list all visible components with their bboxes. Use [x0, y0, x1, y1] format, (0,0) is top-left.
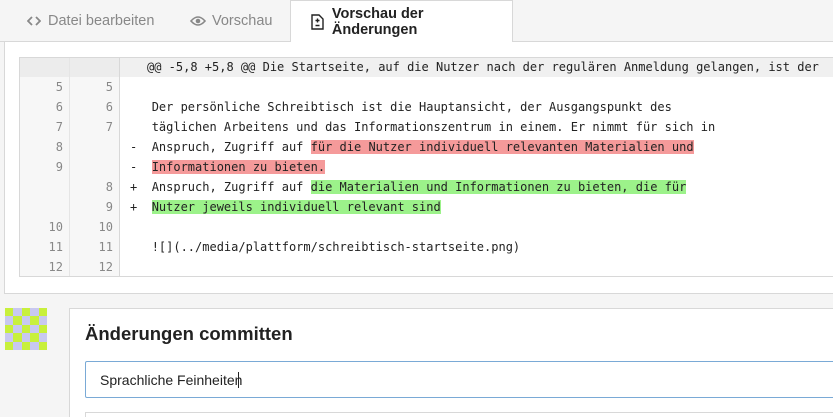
new-line-number: 5 [70, 77, 120, 97]
new-line-number: 10 [70, 217, 120, 237]
eye-icon [190, 13, 206, 29]
old-line-number: 12 [20, 257, 70, 276]
diff-code: + Nutzer jeweils individuell relevant si… [130, 197, 441, 217]
avatar [5, 308, 47, 350]
diff-line: 66 Der persönliche Schreibtisch ist die … [20, 97, 833, 117]
tab-edit-file[interactable]: Datei bearbeiten [26, 0, 154, 42]
commit-title: Änderungen committen [85, 323, 293, 344]
diff-text: Anspruch, Zugriff auf [151, 180, 311, 194]
new-line-number: 8 [70, 177, 120, 197]
diff-hunk-header: @@ -5,8 +5,8 @@ Die Startseite, auf die … [20, 58, 833, 77]
diff-code [130, 77, 152, 97]
diff-line: 11 11 ![](../media/plattform/schreibtisch… [20, 237, 833, 257]
file-diff-icon [310, 13, 326, 30]
diff-code: - Informationen zu bieten. [130, 157, 326, 177]
diff-text: Der persönliche Schreibtisch ist die Hau… [151, 100, 672, 114]
diff-code: Der persönliche Schreibtisch ist die Hau… [130, 97, 672, 117]
old-line-number: 10 [20, 217, 70, 237]
tab-preview[interactable]: Vorschau [190, 0, 272, 42]
diff-highlight: für die Nutzer individuell relevanten Ma… [310, 140, 694, 154]
new-line-number: 12 [70, 257, 120, 276]
old-line-number: 8 [20, 137, 70, 157]
diff-highlight: Informationen zu bieten. [151, 160, 326, 174]
diff-line: 9 + Nutzer jeweils individuell relevant s… [20, 197, 833, 217]
diff-line: 9 - Informationen zu bieten. [20, 157, 833, 177]
old-line-number: 6 [20, 97, 70, 117]
diff-highlight: Nutzer jeweils individuell relevant sind [151, 200, 441, 214]
new-line-number: 6 [70, 97, 120, 117]
tab-preview-changes[interactable]: Vorschau der Änderungen [290, 0, 513, 43]
old-line-number [20, 177, 70, 197]
commit-message-input[interactable] [85, 361, 833, 398]
diff-code [130, 217, 152, 237]
diff-text: ![](../media/plattform/schreibtisch-star… [151, 240, 521, 254]
new-line-number [70, 157, 120, 177]
old-line-number: 7 [20, 117, 70, 137]
text-cursor [238, 372, 239, 388]
diff-code: + Anspruch, Zugriff auf die Materialien … [130, 177, 687, 197]
diff-code: ![](../media/plattform/schreibtisch-star… [130, 237, 520, 257]
tab-preview-changes-label: Vorschau der Änderungen [331, 5, 424, 38]
diff-panel: @@ -5,8 +5,8 @@ Die Startseite, auf die … [4, 42, 833, 294]
diff-code: - Anspruch, Zugriff auf für die Nutzer i… [130, 137, 694, 157]
tab-bar: Datei bearbeiten Vorschau Vorschau der Ä… [0, 0, 833, 43]
old-line-number: 5 [20, 77, 70, 97]
new-line-number: 9 [70, 197, 120, 217]
commit-description-field[interactable] [85, 412, 833, 417]
diff-text: Anspruch, Zugriff auf [151, 140, 311, 154]
diff-line: 55 [20, 77, 833, 97]
diff-view: @@ -5,8 +5,8 @@ Die Startseite, auf die … [19, 57, 833, 277]
tab-edit-file-label: Datei bearbeiten [48, 13, 155, 29]
new-line-number: 7 [70, 117, 120, 137]
diff-lines: 55 66 Der persönliche Schreibtisch ist d… [20, 77, 833, 276]
diff-text: täglichen Arbeitens und das Informations… [151, 120, 716, 134]
diff-code: täglichen Arbeitens und das Informations… [130, 117, 716, 137]
diff-line: 10 10 [20, 217, 833, 237]
code-icon [26, 13, 42, 29]
hunk-header-text: @@ -5,8 +5,8 @@ Die Startseite, auf die … [147, 60, 819, 74]
diff-line: 8 - Anspruch, Zugriff auf für die Nutzer … [20, 137, 833, 157]
tab-preview-label: Vorschau [212, 13, 273, 29]
old-line-number: 9 [20, 157, 70, 177]
diff-highlight: die Materialien und Informationen zu bie… [310, 180, 687, 194]
diff-line: 8 + Anspruch, Zugriff auf die Materialien… [20, 177, 833, 197]
new-line-number: 11 [70, 237, 120, 257]
old-line-number: 11 [20, 237, 70, 257]
new-line-number [70, 137, 120, 157]
diff-code [130, 257, 152, 276]
diff-line: 12 12 [20, 257, 833, 276]
diff-line: 77 täglichen Arbeitens und das Informati… [20, 117, 833, 137]
old-line-number [20, 197, 70, 217]
